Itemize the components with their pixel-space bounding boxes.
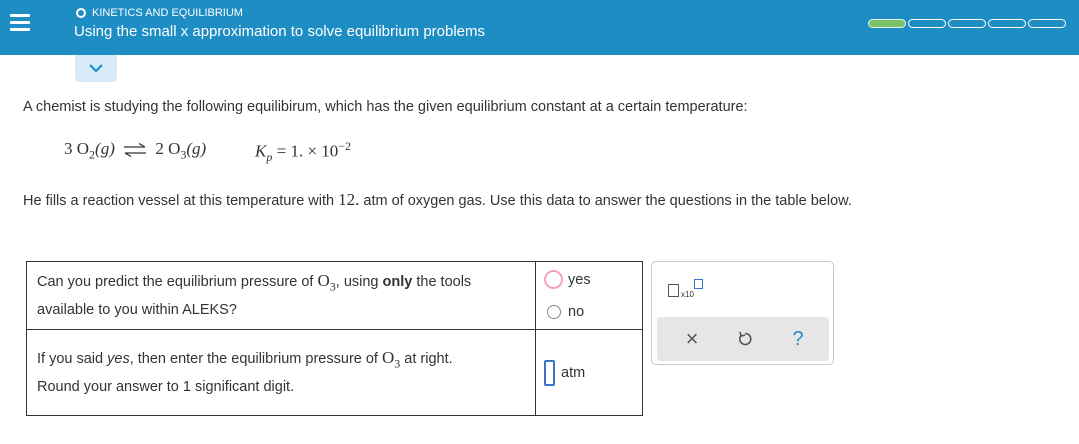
kp-subscript: p [266,150,273,165]
answer-2-cell: atm [535,329,643,416]
q1-species: O [317,270,330,290]
kp-value: 1. × 10 [290,141,339,161]
topic-line: KINETICS AND EQUILIBRIUM [76,7,243,19]
exponent-box-icon [694,279,703,289]
question-1: Can you predict the equilibrium pressure… [26,261,536,330]
radio-yes-circle[interactable] [544,270,563,289]
q2-text-mid: , then enter the equilibrium pressure of [129,350,382,367]
undo-button[interactable] [732,326,758,352]
tool-bar: × ? [657,317,829,361]
topic-status-icon [76,8,86,18]
problem-intro: A chemist is studying the following equi… [23,99,748,115]
q1-text-post: the tools [412,273,472,290]
math-tool-panel: x10 × ? [651,261,834,365]
collapse-toggle[interactable] [75,55,117,82]
product-phase: (g) [186,139,207,158]
progress-segment [868,19,906,28]
kp-exponent: −2 [338,139,352,153]
reactant-formula: O [76,139,90,158]
progress-segment [908,19,946,28]
q2-species: O [381,347,395,367]
q2-text-italic: yes [107,350,130,367]
equilibrium-arrows-icon [124,143,147,158]
clear-icon: × [685,326,699,351]
progress-segment [988,19,1026,28]
question-table: Can you predict the equilibrium pressure… [26,261,643,416]
question-row-2: If you said yes, then enter the equilibr… [26,329,643,416]
topic-label: KINETICS AND EQUILIBRIUM [92,7,243,19]
product-formula: O [168,139,181,158]
radio-yes-label: yes [568,271,591,288]
q1-text-bold: only [382,273,413,290]
chevron-down-icon [89,64,103,73]
data-text-pre: He fills a reaction vessel at this tempe… [23,193,339,209]
lesson-title: Using the small x approximation to solve… [74,23,486,40]
header-bar: KINETICS AND EQUILIBRIUM Using the small… [0,0,1079,55]
radio-no-label: no [568,303,585,320]
reaction-equation: 3 O2(g) 2 O3(g) [64,139,206,162]
menu-icon[interactable] [10,12,30,34]
kp-equals: = [276,141,287,161]
question-row-1: Can you predict the equilibrium pressure… [26,261,643,330]
kp-symbol: K [255,141,267,161]
q1-text-pre: Can you predict the equilibrium pressure… [37,273,318,290]
problem-data: He fills a reaction vessel at this tempe… [23,190,852,210]
reactant-coefficient: 3 [64,139,73,158]
equilibrium-constant: Kp = 1. × 10−2 [255,139,351,165]
q2-text-line2: Round your answer to 1 significant digit… [37,379,295,396]
unit-label: atm [561,364,586,381]
q2-text-pre: If you said [37,350,108,367]
clear-button[interactable]: × [679,326,705,352]
help-icon: ? [792,327,804,350]
q2-text-post: at right. [400,350,453,367]
base-box-icon [668,284,679,297]
radio-no-circle[interactable] [547,304,561,319]
reactant-phase: (g) [95,139,115,158]
radio-no[interactable]: no [544,300,642,324]
progress-bar [868,19,1068,28]
product-coefficient: 2 [155,139,164,158]
progress-segment [948,19,986,28]
pressure-input[interactable] [544,359,555,386]
x10-label: x10 [681,290,694,299]
scientific-notation-button[interactable]: x10 [668,277,708,301]
progress-segment [1028,19,1066,28]
radio-yes[interactable]: yes [544,268,642,292]
data-text-post: atm of oxygen gas. Use this data to answ… [359,193,852,209]
undo-icon [738,331,752,346]
answer-1-cell: yes no [535,261,643,330]
q1-text-line2: available to you within ALEKS? [37,302,237,319]
q1-text-mid: , using [335,273,383,290]
help-button[interactable]: ? [785,326,811,352]
data-value: 12. [338,190,360,209]
question-2: If you said yes, then enter the equilibr… [26,329,536,416]
